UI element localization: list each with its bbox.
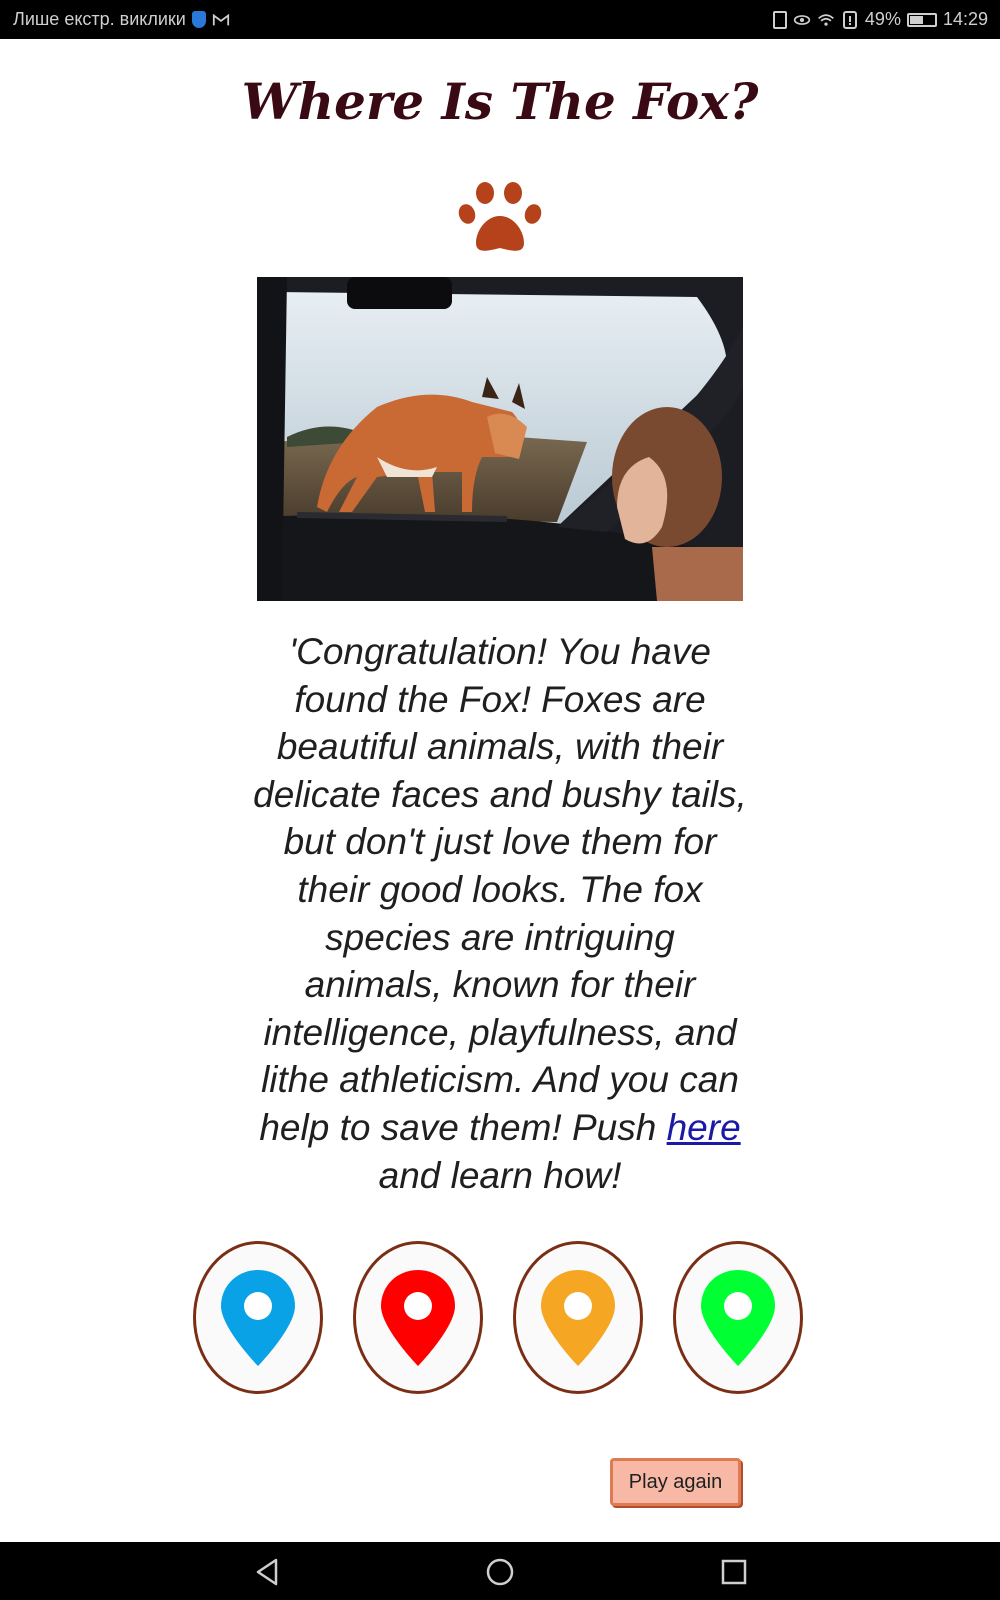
navigation-bar xyxy=(0,1542,1000,1600)
recents-icon[interactable] xyxy=(718,1556,750,1588)
map-pin-icon xyxy=(221,1269,295,1366)
map-pin-icon xyxy=(701,1269,775,1366)
shield-icon xyxy=(191,11,206,28)
status-left: Лише екстр. виклики xyxy=(13,9,230,30)
carrier-text: Лише екстр. виклики xyxy=(13,9,186,29)
clock: 14:29 xyxy=(942,9,988,29)
pin-button-red[interactable] xyxy=(353,1241,483,1394)
back-icon[interactable] xyxy=(252,1556,284,1588)
battery-percent: 49% xyxy=(864,9,901,29)
home-icon[interactable] xyxy=(484,1556,516,1588)
fox-photo xyxy=(257,277,743,601)
battery-icon xyxy=(906,12,937,27)
status-bar: Лише екстр. виклики 49% 14:29 xyxy=(0,0,1000,39)
wifi-icon xyxy=(818,13,834,26)
message-text-end: and learn how! xyxy=(378,1154,622,1196)
status-right: 49% 14:29 xyxy=(772,9,988,30)
vibrate-icon xyxy=(772,10,787,29)
map-pin-icon xyxy=(381,1269,455,1366)
sim-alert-icon xyxy=(842,10,857,29)
congratulation-message: 'Congratulation! You have found the Fox!… xyxy=(252,628,748,1199)
paw-icon xyxy=(458,182,542,251)
learn-more-link[interactable]: here xyxy=(667,1107,741,1148)
pin-button-blue[interactable] xyxy=(193,1241,323,1394)
pin-button-green[interactable] xyxy=(673,1241,803,1394)
eye-icon xyxy=(793,14,811,25)
pin-button-orange[interactable] xyxy=(513,1241,643,1394)
map-pin-icon xyxy=(541,1269,615,1366)
page-title: Where Is The Fox? xyxy=(241,72,759,131)
message-text: 'Congratulation! You have found the Fox!… xyxy=(253,631,747,1148)
play-again-button[interactable]: Play again xyxy=(610,1458,741,1506)
gmail-icon xyxy=(212,13,229,25)
